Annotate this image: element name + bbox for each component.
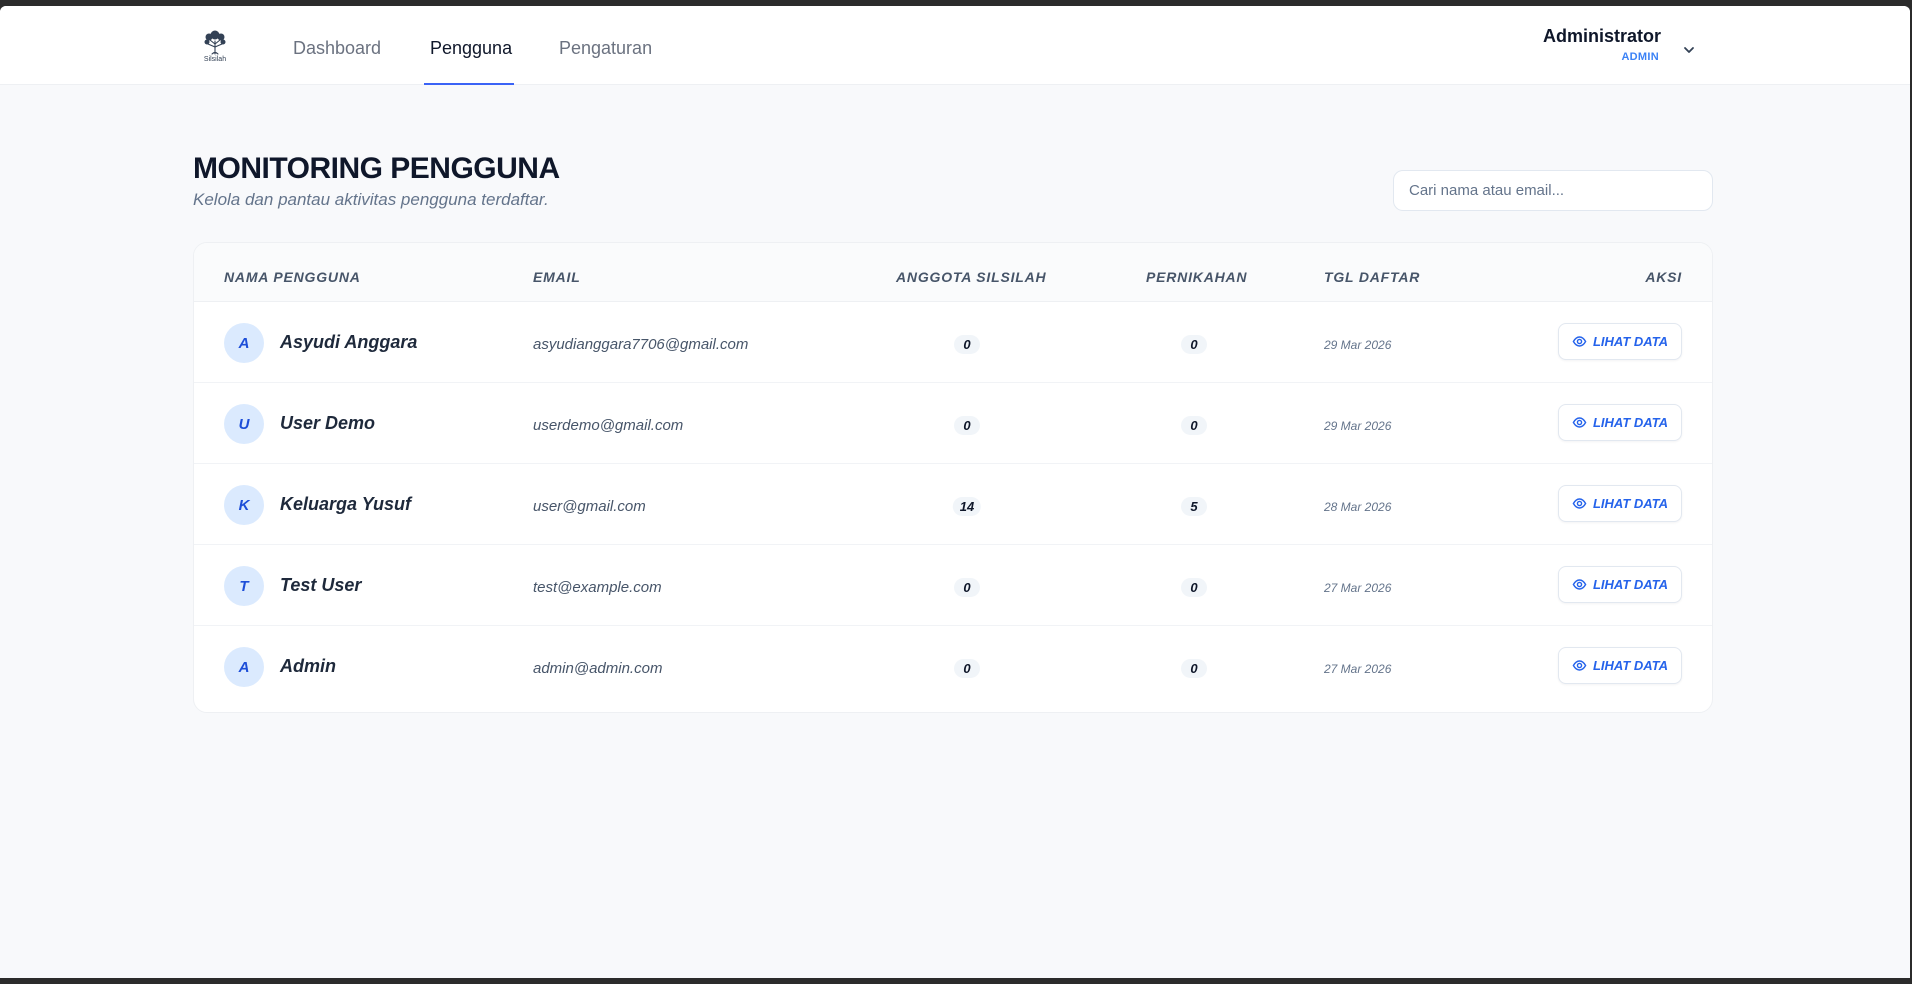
app-window: Silsilah Dashboard Pengguna Pengaturan A…: [0, 6, 1910, 978]
marriages-count-badge: 0: [1181, 659, 1207, 678]
register-date-cell: 27 Mar 2026: [1324, 662, 1392, 676]
header-name: NAMA PENGGUNA: [224, 269, 361, 285]
view-data-label: LIHAT DATA: [1592, 577, 1669, 592]
header-email: EMAIL: [533, 269, 581, 285]
view-data-button[interactable]: LIHAT DATA: [1558, 566, 1682, 603]
view-data-label: LIHAT DATA: [1592, 496, 1669, 511]
register-date-cell: 27 Mar 2026: [1324, 581, 1392, 595]
app-logo[interactable]: Silsilah: [200, 28, 230, 64]
user-name-cell: Keluarga Yusuf: [280, 494, 412, 514]
email-cell: userdemo@gmail.com: [533, 417, 684, 434]
header-marriages: PERNIKAHAN: [1146, 269, 1248, 285]
header-date: TGL DAFTAR: [1324, 269, 1421, 285]
email-cell: admin@admin.com: [533, 660, 663, 677]
user-name-cell: User Demo: [280, 413, 376, 433]
members-count-badge: 0: [954, 659, 980, 678]
nav-pengaturan[interactable]: Pengaturan: [559, 38, 652, 59]
table-row: T Test User test@example.com 0 0 27 Mar …: [194, 545, 1712, 626]
table-row: U User Demo userdemo@gmail.com 0 0 29 Ma…: [194, 383, 1712, 464]
email-cell: test@example.com: [533, 579, 662, 596]
page-title: MONITORING PENGGUNA: [193, 152, 560, 185]
email-cell: asyudianggara7706@gmail.com: [533, 336, 749, 353]
user-role-badge: ADMIN: [1621, 51, 1659, 63]
logo-text: Silsilah: [203, 56, 227, 63]
table-row: A Admin admin@admin.com 0 0 27 Mar 2026 …: [194, 626, 1712, 707]
register-date-cell: 29 Mar 2026: [1324, 338, 1392, 352]
users-table: NAMA PENGGUNA EMAIL ANGGOTA SILSILAH PER…: [193, 242, 1713, 713]
marriages-count-badge: 0: [1181, 578, 1207, 597]
avatar: U: [224, 404, 264, 444]
nav-dashboard[interactable]: Dashboard: [293, 38, 381, 59]
eye-icon: [1572, 660, 1587, 671]
nav-pengguna[interactable]: Pengguna: [430, 38, 512, 59]
eye-icon: [1572, 336, 1587, 347]
top-navbar: Silsilah Dashboard Pengguna Pengaturan A…: [0, 6, 1910, 85]
view-data-label: LIHAT DATA: [1592, 658, 1669, 673]
search-input[interactable]: [1393, 170, 1713, 211]
eye-icon: [1572, 579, 1587, 590]
view-data-label: LIHAT DATA: [1592, 415, 1669, 430]
view-data-label: LIHAT DATA: [1592, 334, 1669, 349]
avatar: T: [224, 566, 264, 606]
marriages-count-badge: 5: [1181, 497, 1207, 516]
marriages-count-badge: 0: [1181, 416, 1207, 435]
view-data-button[interactable]: LIHAT DATA: [1558, 323, 1682, 360]
user-name: Administrator: [1542, 26, 1661, 46]
view-data-button[interactable]: LIHAT DATA: [1558, 485, 1682, 522]
active-tab-indicator: [424, 83, 514, 85]
header-action: AKSI: [1645, 269, 1682, 285]
members-count-badge: 0: [954, 416, 980, 435]
user-menu[interactable]: Administrator ADMIN: [1543, 26, 1661, 63]
user-name-cell: Admin: [280, 656, 336, 676]
register-date-cell: 29 Mar 2026: [1324, 419, 1392, 433]
chevron-down-icon[interactable]: [1681, 42, 1697, 58]
table-row: A Asyudi Anggara asyudianggara7706@gmail…: [194, 302, 1712, 383]
members-count-badge: 0: [954, 578, 980, 597]
register-date-cell: 28 Mar 2026: [1324, 500, 1392, 514]
email-cell: user@gmail.com: [533, 498, 646, 515]
marriages-count-badge: 0: [1181, 335, 1207, 354]
avatar: A: [224, 647, 264, 687]
table-row: K Keluarga Yusuf user@gmail.com 14 5 28 …: [194, 464, 1712, 545]
members-count-badge: 14: [952, 497, 982, 516]
eye-icon: [1572, 498, 1587, 509]
header-members: ANGGOTA SILSILAH: [896, 269, 1047, 285]
members-count-badge: 0: [954, 335, 980, 354]
tree-icon: [204, 30, 226, 55]
eye-icon: [1572, 417, 1587, 428]
avatar: K: [224, 485, 264, 525]
user-name-cell: Test User: [280, 575, 362, 595]
table-header: NAMA PENGGUNA EMAIL ANGGOTA SILSILAH PER…: [194, 243, 1712, 302]
view-data-button[interactable]: LIHAT DATA: [1558, 647, 1682, 684]
user-name-cell: Asyudi Anggara: [280, 332, 418, 352]
avatar: A: [224, 323, 264, 363]
view-data-button[interactable]: LIHAT DATA: [1558, 404, 1682, 441]
page-subtitle: Kelola dan pantau aktivitas pengguna ter…: [193, 190, 549, 209]
